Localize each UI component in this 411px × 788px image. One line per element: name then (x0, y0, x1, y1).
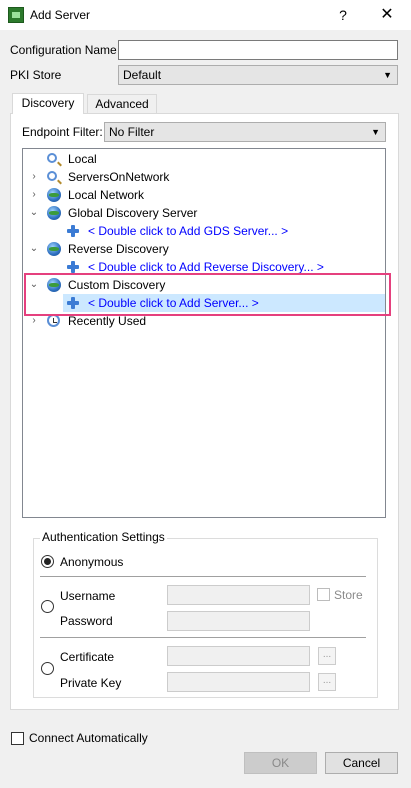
anonymous-label: Anonymous (60, 555, 124, 569)
private-key-input[interactable] (167, 672, 310, 692)
help-button[interactable]: ? (332, 4, 354, 26)
close-button[interactable]: ✕ (374, 4, 400, 26)
certificate-input[interactable] (167, 646, 310, 666)
chevron-down-icon[interactable]: ⌄ (29, 240, 39, 258)
divider (40, 576, 366, 577)
browse-private-key-button[interactable]: ... (318, 673, 336, 691)
username-password-radio[interactable] (41, 600, 54, 613)
password-label: Password (60, 614, 113, 628)
magnifier-icon (47, 153, 57, 163)
username-label: Username (60, 589, 116, 603)
globe-icon (47, 188, 61, 202)
tree-item-label: ServersOnNetwork (68, 170, 170, 184)
endpoint-filter-select[interactable]: No Filter ▼ (104, 122, 386, 142)
tree-item-global-discovery-server[interactable]: ⌄ Global Discovery Server (23, 204, 385, 222)
title-bar: Add Server ? ✕ (0, 0, 411, 30)
add-icon (66, 224, 80, 238)
tree-item-label: < Double click to Add GDS Server... > (88, 224, 289, 238)
password-input[interactable] (167, 611, 310, 631)
app-icon (8, 7, 24, 23)
chevron-right-icon[interactable]: › (29, 168, 39, 186)
tree-item-local[interactable]: Local (23, 150, 385, 168)
highlight-box (24, 273, 391, 316)
connect-automatically-checkbox[interactable] (11, 732, 24, 745)
tree-item-label: Global Discovery Server (68, 206, 198, 220)
divider (40, 637, 366, 638)
ok-button[interactable]: OK (244, 752, 317, 774)
config-name-input[interactable] (118, 40, 398, 60)
window-title: Add Server (30, 8, 91, 22)
pki-store-label: PKI Store (10, 68, 62, 82)
browse-certificate-button[interactable]: ... (318, 647, 336, 665)
chevron-down-icon: ▼ (371, 127, 380, 137)
discovery-tree[interactable]: Local › ServersOnNetwork › Local Network… (22, 148, 386, 518)
add-icon (66, 260, 80, 274)
private-key-label: Private Key (60, 676, 122, 690)
certificate-radio[interactable] (41, 662, 54, 675)
magnifier-icon (47, 171, 57, 181)
chevron-down-icon[interactable]: ⌄ (29, 204, 39, 222)
tab-discovery[interactable]: Discovery (12, 93, 84, 114)
store-label: Store (334, 588, 363, 602)
tree-item-label: Reverse Discovery (68, 242, 169, 256)
config-name-label: Configuration Name (10, 43, 117, 57)
pki-store-value: Default (123, 68, 162, 82)
endpoint-filter-label: Endpoint Filter: (22, 125, 103, 139)
tree-item-servers-on-network[interactable]: › ServersOnNetwork (23, 168, 385, 186)
tree-item-label: Local Network (68, 188, 145, 202)
tree-item-add-gds-server[interactable]: < Double click to Add GDS Server... > (23, 222, 385, 240)
cancel-button[interactable]: Cancel (325, 752, 398, 774)
pki-store-select[interactable]: Default ▼ (118, 65, 398, 85)
connect-automatically-label: Connect Automatically (29, 731, 148, 745)
username-input[interactable] (167, 585, 310, 605)
chevron-right-icon[interactable]: › (29, 186, 39, 204)
auth-settings-legend: Authentication Settings (40, 530, 167, 544)
endpoint-filter-value: No Filter (109, 125, 155, 139)
store-checkbox[interactable] (317, 588, 330, 601)
anonymous-radio[interactable] (41, 555, 54, 568)
tree-item-local-network[interactable]: › Local Network (23, 186, 385, 204)
tab-advanced[interactable]: Advanced (87, 94, 157, 113)
tree-item-label: Local (68, 152, 97, 166)
tree-item-reverse-discovery[interactable]: ⌄ Reverse Discovery (23, 240, 385, 258)
chevron-down-icon: ▼ (383, 70, 392, 80)
globe-icon (47, 242, 61, 256)
globe-icon (47, 206, 61, 220)
certificate-label: Certificate (60, 650, 115, 664)
